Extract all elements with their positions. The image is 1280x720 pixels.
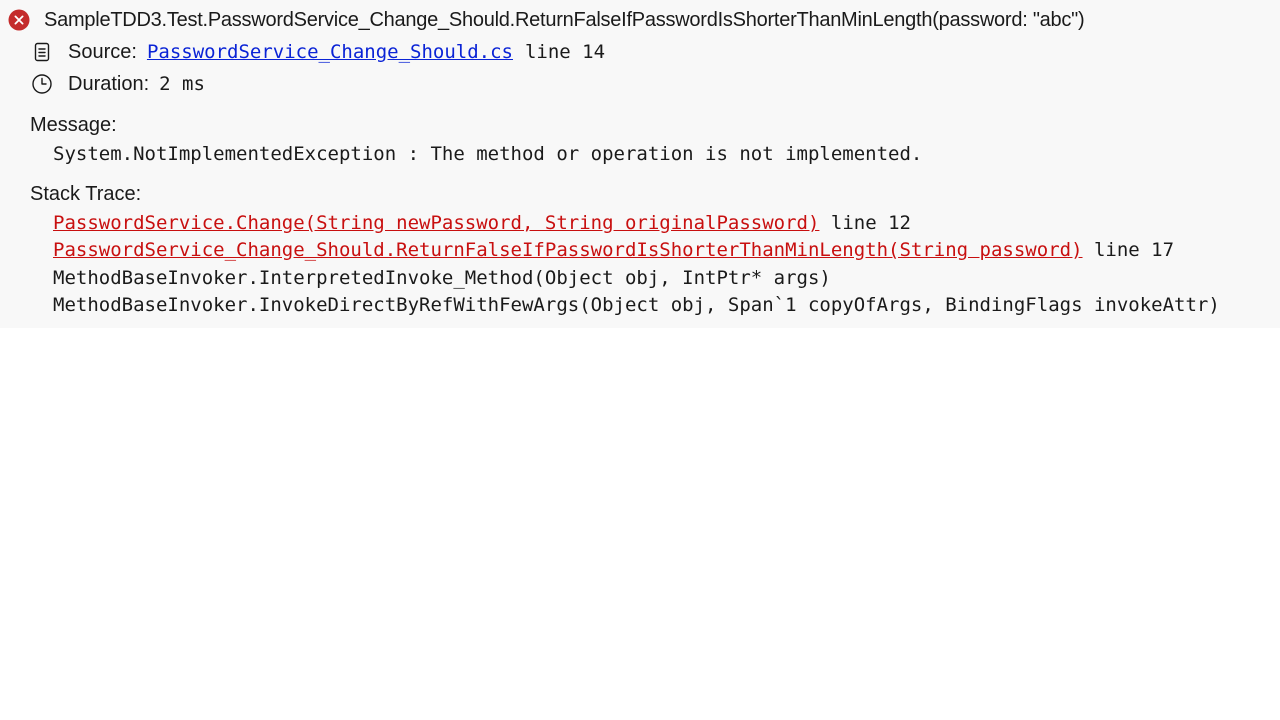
stack-frame: PasswordService.Change(String newPasswor… — [53, 210, 911, 236]
stack-frame: PasswordService_Change_Should.ReturnFals… — [53, 237, 1174, 263]
stack-frame-link[interactable]: PasswordService_Change_Should.ReturnFals… — [53, 239, 1083, 261]
document-icon — [31, 41, 53, 63]
stack-trace-label: Stack Trace: — [30, 183, 142, 205]
stack-frame-line: line 17 — [1093, 239, 1175, 261]
test-title-row: SampleTDD3.Test.PasswordService_Change_S… — [8, 7, 1085, 33]
stack-frame: MethodBaseInvoker.InvokeDirectByRefWithF… — [53, 294, 1220, 316]
test-name: SampleTDD3.Test.PasswordService_Change_S… — [44, 8, 1085, 31]
message-label: Message: — [30, 114, 117, 136]
stack-frame-link[interactable]: PasswordService.Change(String newPasswor… — [53, 212, 819, 234]
test-detail-panel: SampleTDD3.Test.PasswordService_Change_S… — [0, 0, 1280, 328]
duration-label: Duration: — [68, 72, 150, 95]
stack-frame: MethodBaseInvoker.InterpretedInvoke_Meth… — [53, 267, 831, 289]
clock-icon — [31, 73, 53, 95]
source-line: line 14 — [524, 41, 606, 63]
source-file-link[interactable]: PasswordService_Change_Should.cs — [147, 41, 513, 63]
source-row: Source: PasswordService_Change_Should.cs… — [31, 39, 605, 65]
message-text: System.NotImplementedException : The met… — [53, 143, 923, 165]
duration-value: 2 ms — [159, 73, 205, 95]
duration-row: Duration: 2 ms — [31, 71, 205, 97]
source-label: Source: — [68, 40, 137, 63]
stack-frame-line: line 12 — [830, 212, 911, 234]
error-circle-icon — [8, 9, 30, 31]
